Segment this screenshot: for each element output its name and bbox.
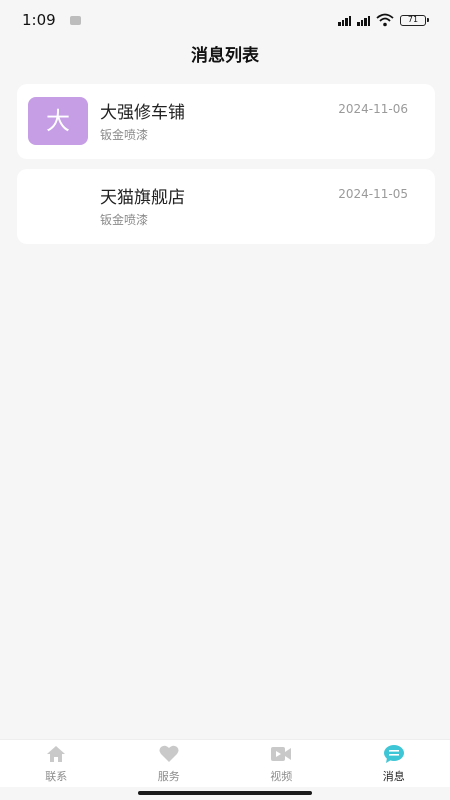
tab-label: 视频 [270,770,293,783]
signal-hd-icon-2 [357,14,370,26]
avatar [28,182,88,230]
page-title: 消息列表 [191,46,259,66]
message-item[interactable]: 天猫旗舰店 钣金喷漆 2024-11-05 [17,169,435,244]
notification-icon [69,15,81,25]
status-time-group: 1:09 [22,11,81,29]
bottom-tab-bar: 联系 服务 视频 消息 [0,739,450,787]
home-icon [47,746,66,762]
tab-label: 消息 [382,770,405,783]
tab-label: 联系 [45,770,68,783]
message-subtitle: 钣金喷漆 [100,128,149,142]
wifi-icon [376,13,394,27]
tab-service[interactable]: 服务 [113,740,226,787]
battery-icon: 71 [400,14,429,26]
status-bar: 1:09 71 [0,0,450,40]
message-icon [383,745,404,763]
status-time: 1:09 [22,11,56,29]
signal-hd-icon-1 [338,14,351,26]
heart-icon [159,745,179,762]
message-list: 大 大强修车铺 钣金喷漆 2024-11-06 天猫旗舰店 钣金喷漆 2024-… [17,84,435,254]
video-icon [271,747,292,761]
home-indicator[interactable] [138,791,312,795]
message-item[interactable]: 大 大强修车铺 钣金喷漆 2024-11-06 [17,84,435,159]
battery-level: 71 [407,14,419,24]
message-subtitle: 钣金喷漆 [100,213,149,227]
message-date: 2024-11-06 [338,102,408,116]
tab-label: 服务 [157,770,180,783]
avatar: 大 [28,97,88,145]
message-date: 2024-11-05 [338,187,408,201]
tab-contact[interactable]: 联系 [0,740,113,787]
tab-message[interactable]: 消息 [338,740,450,787]
message-sender-name: 大强修车铺 [100,103,185,123]
status-indicators: 71 [338,13,429,27]
tab-video[interactable]: 视频 [225,740,338,787]
message-sender-name: 天猫旗舰店 [100,188,185,208]
